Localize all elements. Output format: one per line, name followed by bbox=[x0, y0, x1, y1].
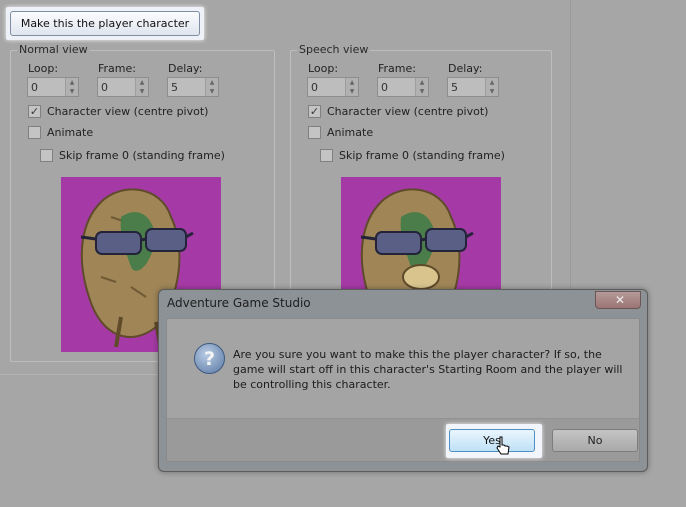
normal-character-view-checkbox[interactable]: ✓ Character view (centre pivot) bbox=[28, 105, 208, 118]
dialog-body: ? Are you sure you want to make this the… bbox=[166, 318, 640, 462]
speech-frame-spinner[interactable]: 0 ▲ ▼ bbox=[377, 77, 429, 97]
close-button[interactable]: ✕ bbox=[595, 291, 641, 309]
speech-character-view-checkbox[interactable]: ✓ Character view (centre pivot) bbox=[308, 105, 488, 118]
speech-loop-value: 0 bbox=[311, 81, 318, 94]
make-player-button-highlight: Make this the player character bbox=[6, 7, 204, 40]
close-icon: ✕ bbox=[615, 293, 626, 307]
normal-delay-value: 5 bbox=[171, 81, 178, 94]
checkbox-empty-icon bbox=[40, 149, 53, 162]
spinner-arrows-icon[interactable]: ▲ ▼ bbox=[485, 78, 498, 96]
no-button[interactable]: No bbox=[552, 429, 638, 452]
normal-frame-spinner[interactable]: 0 ▲ ▼ bbox=[97, 77, 149, 97]
question-icon: ? bbox=[194, 343, 225, 374]
potato-character-talking-sprite-icon bbox=[360, 188, 474, 297]
yes-button[interactable]: Yes bbox=[449, 429, 535, 452]
spinner-arrows-icon[interactable]: ▲ ▼ bbox=[65, 78, 78, 96]
checkbox-empty-icon bbox=[320, 149, 333, 162]
normal-loop-value: 0 bbox=[31, 81, 38, 94]
normal-delay-spinner[interactable]: 5 ▲ ▼ bbox=[167, 77, 219, 97]
speech-skip-frame-checkbox[interactable]: Skip frame 0 (standing frame) bbox=[320, 149, 505, 162]
normal-frame-value: 0 bbox=[101, 81, 108, 94]
speech-frame-label: Frame: bbox=[378, 62, 416, 75]
normal-character-view-label: Character view (centre pivot) bbox=[47, 105, 209, 118]
speech-loop-spinner[interactable]: 0 ▲ ▼ bbox=[307, 77, 359, 97]
normal-frame-label: Frame: bbox=[98, 62, 136, 75]
spinner-arrows-icon[interactable]: ▲ ▼ bbox=[415, 78, 428, 96]
speech-character-view-label: Character view (centre pivot) bbox=[327, 105, 489, 118]
spinner-arrows-icon[interactable]: ▲ ▼ bbox=[205, 78, 218, 96]
normal-loop-label: Loop: bbox=[28, 62, 59, 75]
speech-view-legend: Speech view bbox=[297, 43, 371, 56]
yes-button-highlight: Yes bbox=[446, 424, 542, 458]
speech-delay-label: Delay: bbox=[448, 62, 483, 75]
dialog-button-bar: Yes No bbox=[167, 418, 639, 461]
normal-delay-label: Delay: bbox=[168, 62, 203, 75]
normal-view-legend: Normal view bbox=[17, 43, 90, 56]
dialog-message: Are you sure you want to make this the p… bbox=[233, 348, 623, 391]
spinner-arrows-icon[interactable]: ▲ ▼ bbox=[345, 78, 358, 96]
make-player-button[interactable]: Make this the player character bbox=[10, 11, 200, 36]
checkbox-empty-icon bbox=[308, 126, 321, 139]
dialog-title: Adventure Game Studio bbox=[167, 296, 311, 310]
speech-frame-value: 0 bbox=[381, 81, 388, 94]
checkbox-checked-icon: ✓ bbox=[308, 105, 321, 118]
checkbox-empty-icon bbox=[28, 126, 41, 139]
speech-view-sprite-preview bbox=[341, 177, 501, 297]
speech-animate-label: Animate bbox=[327, 126, 374, 139]
normal-animate-checkbox[interactable]: Animate bbox=[28, 126, 93, 139]
speech-delay-spinner[interactable]: 5 ▲ ▼ bbox=[447, 77, 499, 97]
hand-cursor-icon bbox=[496, 436, 510, 455]
spinner-arrows-icon[interactable]: ▲ ▼ bbox=[135, 78, 148, 96]
speech-delay-value: 5 bbox=[451, 81, 458, 94]
normal-skip-frame-label: Skip frame 0 (standing frame) bbox=[59, 149, 225, 162]
checkbox-checked-icon: ✓ bbox=[28, 105, 41, 118]
normal-animate-label: Animate bbox=[47, 126, 94, 139]
normal-loop-spinner[interactable]: 0 ▲ ▼ bbox=[27, 77, 79, 97]
confirm-dialog: Adventure Game Studio ✕ ? Are you sure y… bbox=[158, 289, 648, 472]
speech-loop-label: Loop: bbox=[308, 62, 339, 75]
speech-animate-checkbox[interactable]: Animate bbox=[308, 126, 373, 139]
normal-skip-frame-checkbox[interactable]: Skip frame 0 (standing frame) bbox=[40, 149, 225, 162]
speech-skip-frame-label: Skip frame 0 (standing frame) bbox=[339, 149, 505, 162]
